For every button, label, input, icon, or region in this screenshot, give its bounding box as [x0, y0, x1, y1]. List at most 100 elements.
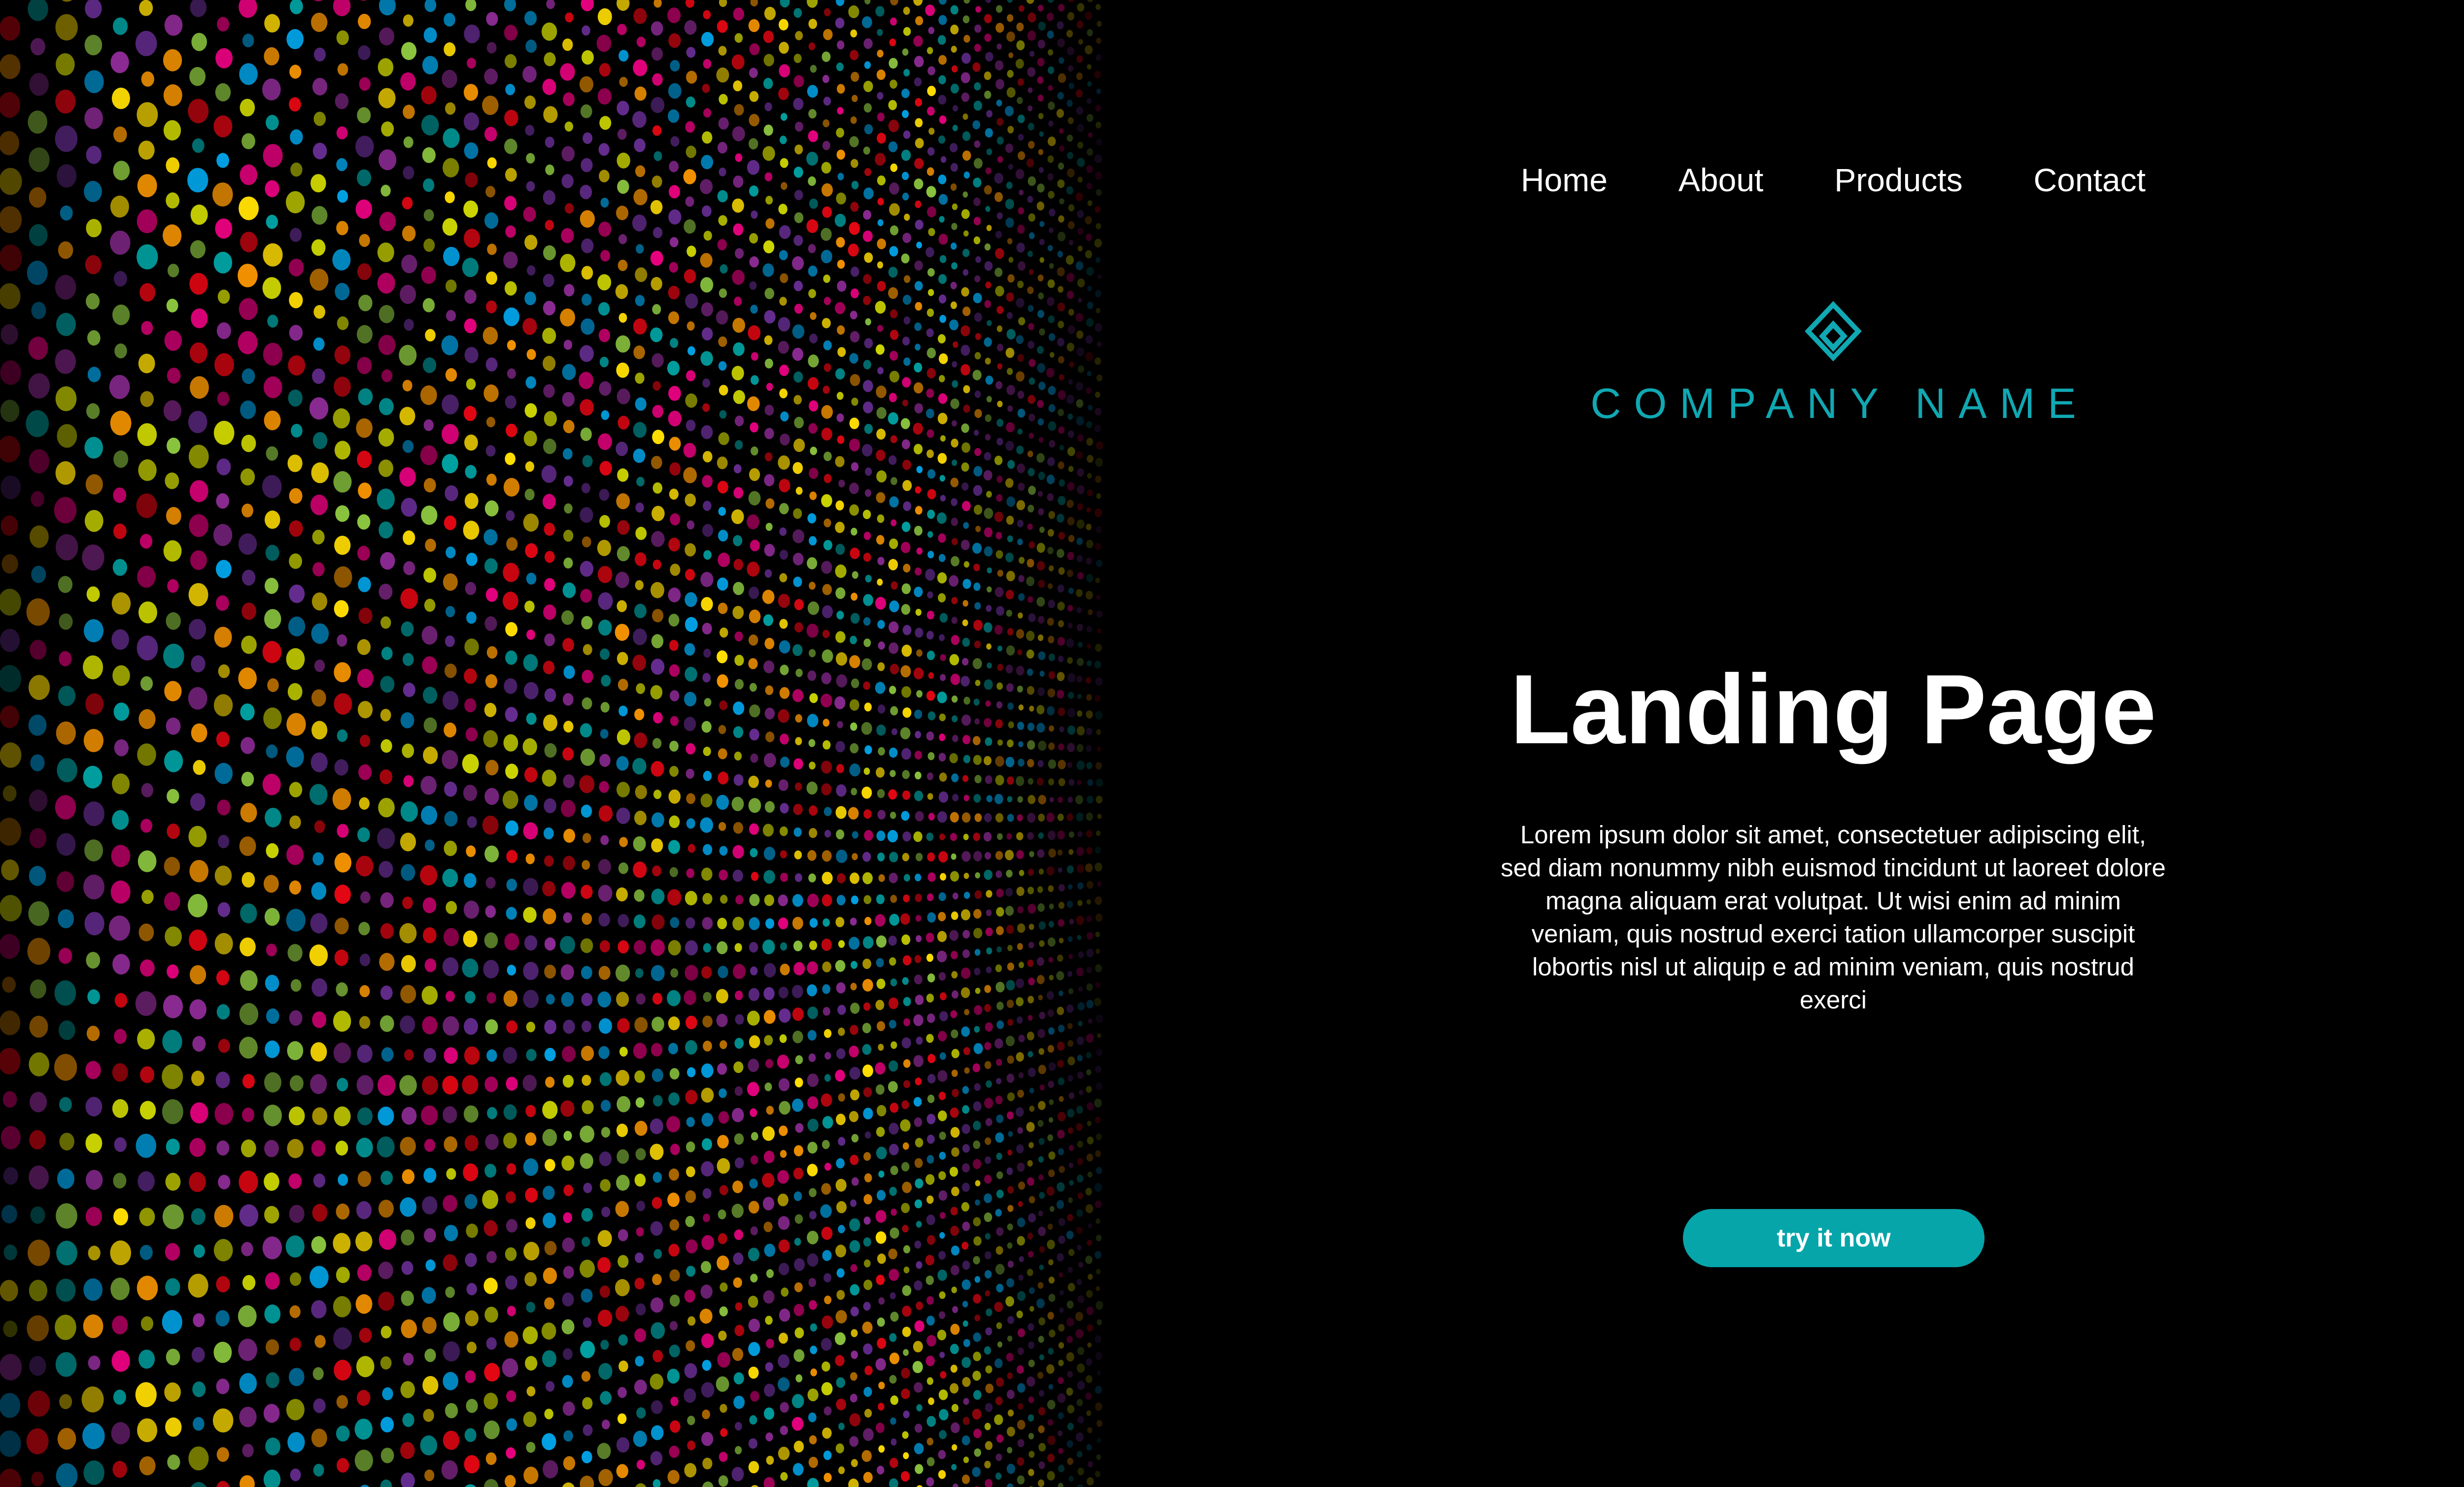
decorative-dot: [137, 1276, 158, 1301]
decorative-dot: [1005, 441, 1014, 451]
decorative-dot: [1006, 869, 1013, 878]
decorative-dot: [864, 1259, 871, 1268]
decorative-dot: [916, 1037, 923, 1045]
decorative-dot: [240, 703, 255, 721]
decorative-dot: [563, 1184, 574, 1196]
decorative-dot: [780, 411, 789, 422]
decorative-dot: [632, 214, 647, 232]
decorative-dot: [750, 848, 758, 858]
decorative-dot: [262, 1236, 282, 1259]
decorative-dot: [927, 551, 934, 558]
decorative-dot: [582, 1451, 592, 1463]
decorative-dot: [877, 261, 884, 269]
decorative-dot: [55, 14, 78, 41]
decorative-dot: [764, 172, 773, 181]
decorative-dot: [764, 1082, 772, 1091]
decorative-dot: [777, 1193, 788, 1207]
decorative-dot: [926, 308, 934, 317]
decorative-dot: [1016, 1016, 1023, 1024]
decorative-dot: [1057, 179, 1065, 188]
decorative-dot: [506, 878, 517, 892]
decorative-dot: [1067, 47, 1074, 56]
decorative-dot: [1087, 1121, 1092, 1126]
decorative-dot: [864, 0, 871, 4]
decorative-dot: [927, 1094, 935, 1104]
decorative-dot: [1087, 1342, 1092, 1348]
nav-link-about[interactable]: About: [1676, 156, 1766, 204]
decorative-dot: [462, 958, 479, 978]
decorative-dot: [442, 691, 459, 710]
decorative-dot: [984, 261, 993, 271]
decorative-dot: [734, 1133, 744, 1145]
decorative-dot: [939, 314, 947, 323]
decorative-dot: [525, 1105, 536, 1117]
decorative-dot: [1006, 516, 1014, 525]
nav-link-contact[interactable]: Contact: [2031, 156, 2149, 204]
decorative-dot: [994, 794, 1003, 804]
decorative-dot: [1077, 1141, 1083, 1148]
decorative-dot: [669, 740, 679, 752]
decorative-dot: [703, 500, 712, 511]
decorative-dot: [360, 1485, 370, 1487]
decorative-dot: [59, 651, 72, 666]
nav-link-home[interactable]: Home: [1518, 156, 1610, 204]
decorative-dot: [1077, 434, 1084, 442]
decorative-dot: [765, 1362, 774, 1372]
decorative-dot: [266, 214, 278, 229]
decorative-dot: [422, 147, 436, 163]
decorative-dot: [1076, 55, 1083, 63]
decorative-dot: [1048, 742, 1055, 750]
decorative-dot: [1095, 711, 1103, 720]
decorative-dot: [1016, 335, 1024, 344]
decorative-dot: [110, 230, 131, 255]
decorative-dot: [808, 739, 816, 747]
decorative-dot: [995, 1264, 1005, 1275]
decorative-dot: [863, 146, 870, 155]
try-it-now-button[interactable]: try it now: [1683, 1209, 1985, 1267]
decorative-dot: [600, 648, 610, 660]
decorative-dot: [824, 830, 831, 838]
decorative-dot: [359, 1327, 372, 1343]
decorative-dot: [915, 771, 922, 780]
decorative-dot: [402, 380, 412, 392]
decorative-dot: [1017, 943, 1023, 950]
decorative-dot: [617, 468, 629, 482]
decorative-dot: [358, 14, 371, 29]
decorative-dot: [242, 1444, 254, 1457]
decorative-dot: [962, 15, 970, 24]
decorative-dot: [938, 353, 948, 364]
decorative-dot: [985, 52, 993, 62]
decorative-dot: [1037, 58, 1045, 67]
decorative-dot: [140, 1066, 155, 1083]
decorative-dot: [940, 156, 947, 163]
decorative-dot: [702, 1015, 713, 1028]
decorative-dot: [112, 1315, 128, 1335]
decorative-dot: [359, 797, 370, 810]
decorative-dot: [1006, 1463, 1016, 1474]
decorative-dot: [914, 281, 923, 291]
decorative-dot: [915, 731, 922, 739]
decorative-dot: [600, 1340, 609, 1350]
decorative-dot: [163, 995, 183, 1018]
decorative-dot: [749, 43, 760, 56]
decorative-dot: [55, 275, 76, 300]
top-navigation: Home About Products Contact: [1518, 148, 2149, 212]
decorative-dot: [1047, 30, 1054, 39]
decorative-dot: [598, 221, 612, 237]
decorative-dot: [875, 1210, 887, 1223]
decorative-dot: [1027, 596, 1033, 603]
decorative-dot: [777, 1054, 789, 1069]
decorative-dot: [1076, 1451, 1083, 1458]
decorative-dot: [1059, 479, 1065, 487]
nav-link-products[interactable]: Products: [1831, 156, 1965, 204]
decorative-dot: [505, 225, 516, 238]
decorative-dot: [1018, 1403, 1024, 1410]
decorative-dot: [285, 1235, 305, 1258]
decorative-dot: [1007, 1092, 1015, 1102]
decorative-dot: [334, 535, 351, 555]
decorative-dot: [901, 439, 910, 450]
decorative-dot: [984, 14, 992, 24]
decorative-dot: [984, 1175, 992, 1184]
decorative-dot: [1077, 176, 1083, 183]
decorative-dot: [112, 559, 128, 576]
